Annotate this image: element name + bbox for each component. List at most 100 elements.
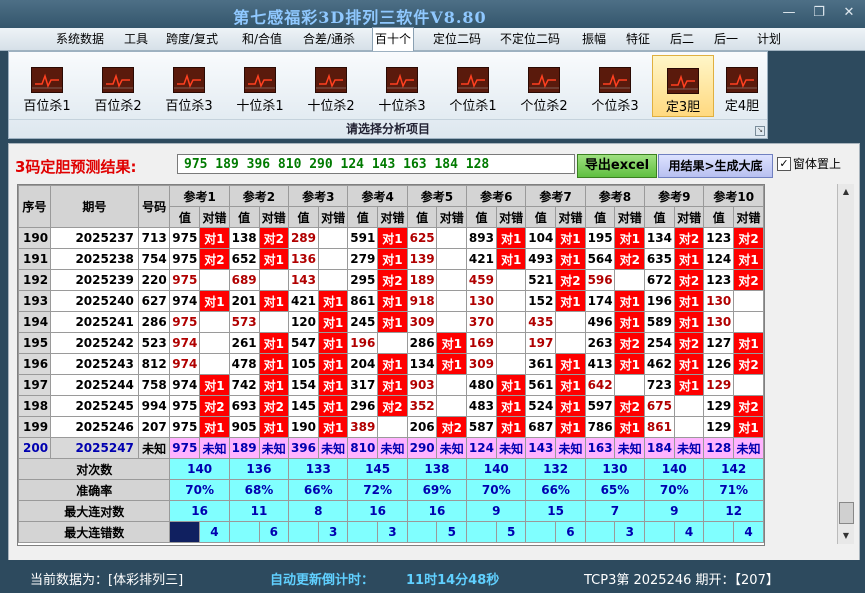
hit-cell: 对1 [614, 311, 646, 333]
stat-label: 最大连错数 [18, 521, 171, 543]
menu-item-4[interactable]: 合差/通杀 [303, 28, 355, 50]
menu-item-1[interactable]: 工具 [124, 28, 148, 50]
value-cell: 587 [466, 416, 497, 438]
value-cell: 296 [347, 395, 379, 417]
value-cell: 130 [703, 290, 735, 312]
value-cell: 723 [644, 374, 675, 396]
scroll-down-icon[interactable]: ▼ [838, 528, 854, 544]
ribbon-button-7[interactable]: 个位杀2 [514, 55, 574, 115]
result-header: 对错 [317, 206, 349, 228]
menu-item-2[interactable]: 跨度/复式 [166, 28, 218, 50]
future-row[interactable]: 200 2025247 未知 975 未知 189 未知 396 未知 810 未知 290 未知 124… [18, 437, 764, 459]
chart-icon [528, 67, 560, 93]
ribbon-button-label: 个位杀1 [449, 99, 497, 114]
value-cell: 974 [169, 290, 201, 312]
period-cell: 2025247 [49, 437, 139, 459]
miss-cell [436, 248, 468, 270]
miss-cell [317, 227, 349, 249]
miss-cell [258, 311, 290, 333]
generate-base-button[interactable]: 用结果>生成大底 [658, 154, 773, 178]
close-button[interactable]: ✕ [836, 4, 862, 22]
value-cell: 642 [584, 374, 616, 396]
menu-bar: 系统数据 工具 跨度/复式 和/合值 合差/通杀 百十个 定位二码 不定位二码 振幅 特征 后二 后一… [0, 27, 865, 52]
hit-cell: 对1 [258, 332, 290, 354]
ribbon-button-1[interactable]: 百位杀2 [88, 55, 148, 115]
code-cell: 286 [137, 311, 171, 333]
period-cell: 2025243 [49, 353, 139, 375]
table-row[interactable]: 198 2025245 994 975 对2 693 对2 145 对1 296 对2 352 483 对… [18, 395, 764, 417]
table-row[interactable]: 190 2025237 713 975 对1 138 对2 289 591 对1 625 893 对1 1… [18, 227, 764, 249]
export-excel-button[interactable]: 导出excel [577, 154, 657, 178]
period-cell: 2025239 [49, 269, 139, 291]
header-row: 序号 期号 号码 参考1 参考2 参考3 参考4 参考5 参考6 参考7 参考8 参考9 参考10 [18, 185, 764, 228]
menu-item-9[interactable]: 特征 [626, 28, 650, 50]
seq-cell: 195 [18, 332, 51, 354]
scroll-up-icon[interactable]: ▲ [838, 184, 854, 200]
expand-icon[interactable]: ↘ [755, 126, 765, 136]
value-cell: 130 [466, 290, 497, 312]
hit-cell: 对2 [258, 395, 290, 417]
prediction-result-field[interactable]: 975 189 396 810 290 124 143 163 184 128 [177, 154, 575, 174]
hit-cell: 对1 [377, 311, 408, 333]
table-row[interactable]: 192 2025239 220 975 689 143 295 对2 189 459 521 对2 59… [18, 269, 764, 291]
menu-item-10[interactable]: 后二 [670, 28, 694, 50]
value-cell: 786 [584, 416, 616, 438]
ref-header: 参考6 [466, 185, 527, 207]
hit-cell: 对1 [199, 374, 230, 396]
stat-value: 4 [199, 521, 230, 543]
menu-item-11[interactable]: 后一 [714, 28, 738, 50]
value-cell: 905 [228, 416, 260, 438]
seq-cell: 191 [18, 248, 51, 270]
ribbon-button-8[interactable]: 个位杀3 [585, 55, 645, 115]
code-cell: 220 [137, 269, 171, 291]
latest-draw-text: TCP3第 2025246 期开：【207】 [584, 573, 779, 588]
unknown-cell: 未知 [733, 437, 764, 459]
table-row[interactable]: 194 2025241 286 975 573 120 对1 245 对1 309 370 435 49… [18, 311, 764, 333]
value-cell: 245 [347, 311, 379, 333]
miss-cell [733, 374, 764, 396]
code-cell: 713 [137, 227, 171, 249]
hit-cell: 对2 [673, 227, 705, 249]
menu-item-12[interactable]: 计划 [757, 28, 781, 50]
minimize-button[interactable]: — [776, 4, 802, 22]
miss-cell [614, 374, 646, 396]
menu-item-5[interactable]: 百十个 [372, 27, 415, 52]
table-row[interactable]: 197 2025244 758 974 对1 742 对1 154 对1 317 对1 903 480 对… [18, 374, 764, 396]
seq-cell: 200 [18, 437, 51, 459]
ontop-checkbox[interactable]: ✓ [777, 157, 791, 171]
hit-cell: 对1 [377, 227, 408, 249]
ribbon-button-6[interactable]: 个位杀1 [443, 55, 503, 115]
menu-item-6[interactable]: 定位二码 [433, 28, 481, 50]
ribbon-button-2[interactable]: 百位杀3 [159, 55, 219, 115]
stat-value: 11 [228, 500, 290, 522]
value-cell: 974 [169, 374, 201, 396]
table-row[interactable]: 195 2025242 523 974 261 对1 547 对1 196 286 对1 169 197… [18, 332, 764, 354]
ribbon-button-10[interactable]: 定4胆 [712, 55, 772, 115]
seq-cell: 194 [18, 311, 51, 333]
val-header: 值 [169, 206, 201, 228]
menu-item-0[interactable]: 系统数据 [56, 28, 104, 50]
vertical-scrollbar[interactable]: ▲ ▼ [837, 184, 854, 544]
menu-item-8[interactable]: 振幅 [582, 28, 606, 50]
ribbon-button-4[interactable]: 十位杀2 [301, 55, 361, 115]
menu-item-7[interactable]: 不定位二码 [500, 28, 560, 50]
ribbon-button-9[interactable]: 定3胆 [652, 55, 714, 117]
scroll-thumb[interactable] [839, 502, 854, 524]
stat-value: 138 [406, 458, 468, 480]
value-cell: 143 [288, 269, 319, 291]
table-row[interactable]: 199 2025246 207 975 对1 905 对1 190 对1 389 206 对2 587 对… [18, 416, 764, 438]
value-cell: 493 [525, 248, 557, 270]
table-row[interactable]: 193 2025240 627 974 对1 201 对1 421 对1 861 对1 918 130 1… [18, 290, 764, 312]
value-cell: 564 [584, 248, 616, 270]
table-row[interactable]: 191 2025238 754 975 对2 652 对1 136 279 对1 139 421 对1 4… [18, 248, 764, 270]
period-cell: 2025242 [49, 332, 139, 354]
ribbon-button-0[interactable]: 百位杀1 [17, 55, 77, 115]
value-cell: 589 [644, 311, 675, 333]
ribbon-button-5[interactable]: 十位杀3 [372, 55, 432, 115]
ribbon-button-3[interactable]: 十位杀1 [230, 55, 290, 115]
menu-item-3[interactable]: 和/合值 [242, 28, 282, 50]
stat-value: 66% [525, 479, 586, 501]
restore-button[interactable]: ❐ [806, 4, 832, 22]
value-cell: 975 [169, 227, 201, 249]
table-row[interactable]: 196 2025243 812 974 478 对1 105 对1 204 对1 134 对1 309 3… [18, 353, 764, 375]
